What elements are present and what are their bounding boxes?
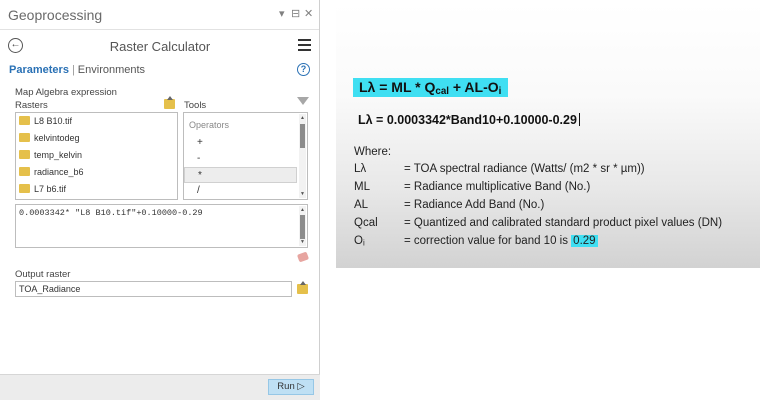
run-button[interactable]: Run ▷ (268, 379, 314, 395)
raster-item[interactable]: kelvintodeg (16, 130, 177, 147)
where-label: Where: (354, 146, 392, 158)
operators-header: Operators (189, 120, 230, 130)
formula-substituted: Lλ = 0.0003342*Band10+0.10000-0.29 (358, 113, 580, 127)
raster-item[interactable]: temp_kelvin (16, 147, 177, 164)
raster-icon (19, 116, 30, 125)
eraser-icon[interactable] (296, 251, 310, 263)
tools-list[interactable]: Operators + - * / ▲ ▼ (183, 112, 308, 200)
menu-icon[interactable] (298, 39, 311, 54)
raster-item[interactable]: L7 b6.tif (16, 181, 177, 198)
pane-footer: Run ▷ (0, 374, 320, 400)
browse-folder-icon[interactable] (297, 281, 308, 294)
output-raster-input[interactable]: TOA_Radiance (15, 281, 292, 297)
expression-text: 0.0003342* "L8 B10.tif"+0.10000-0.29 (19, 208, 203, 218)
scroll-down-icon[interactable]: ▼ (299, 239, 306, 245)
operator-item[interactable]: - (184, 151, 297, 167)
add-raster-icon[interactable] (164, 96, 175, 109)
expression-scrollbar[interactable]: ▲ ▼ (299, 206, 306, 246)
run-icon: ▷ (297, 381, 305, 392)
raster-item[interactable]: L8 B10.tif (16, 113, 177, 130)
tool-header: Raster Calculator ← (0, 36, 320, 58)
raster-icon (19, 150, 30, 159)
help-icon[interactable]: ? (297, 63, 310, 76)
geoprocessing-pane: Geoprocessing ▾ ⊟ ✕ Raster Calculator ← … (0, 0, 320, 400)
tool-title: Raster Calculator (109, 39, 211, 54)
back-button[interactable]: ← (8, 38, 23, 53)
tab-bar: Parameters | Environments (9, 64, 145, 76)
operator-item[interactable]: / (184, 183, 297, 199)
scroll-down-icon[interactable]: ▼ (299, 191, 306, 197)
raster-icon (19, 184, 30, 193)
operator-item[interactable]: + (184, 135, 297, 151)
text-cursor (578, 113, 580, 126)
scrollbar-thumb[interactable] (300, 124, 305, 148)
tab-environments[interactable]: Environments (78, 64, 145, 76)
tools-scrollbar[interactable]: ▲ ▼ (299, 114, 306, 198)
filter-icon[interactable] (297, 97, 309, 105)
expression-input[interactable]: 0.0003342* "L8 B10.tif"+0.10000-0.29 ▲ ▼ (15, 204, 308, 248)
tab-parameters[interactable]: Parameters (9, 64, 69, 76)
pin-icon[interactable]: ⊟ (291, 7, 300, 20)
scrollbar-thumb[interactable] (300, 215, 305, 239)
tab-separator: | (71, 64, 75, 76)
output-raster-label: Output raster (15, 269, 71, 280)
raster-item[interactable]: radiance_b6 (16, 164, 177, 181)
map-algebra-label: Map Algebra expression (15, 87, 117, 98)
rasters-list[interactable]: L8 B10.tif kelvintodeg temp_kelvin radia… (15, 112, 178, 200)
correction-value: 0.29 (571, 235, 598, 247)
tools-label: Tools (184, 100, 207, 111)
raster-icon (19, 167, 30, 176)
scroll-up-icon[interactable]: ▲ (299, 207, 306, 213)
operator-item-selected[interactable]: * (184, 167, 297, 183)
pane-header: Geoprocessing ▾ ⊟ ✕ (0, 0, 319, 30)
formula-title: Lλ = ML * Qcal + AL-Oi (353, 78, 509, 97)
dropdown-icon[interactable]: ▾ (279, 7, 285, 20)
raster-icon (19, 133, 30, 142)
scroll-up-icon[interactable]: ▲ (299, 115, 306, 121)
pane-title: Geoprocessing (8, 7, 103, 23)
rasters-label: Rasters (15, 100, 48, 111)
close-icon[interactable]: ✕ (304, 7, 313, 20)
formula-panel: Lλ = ML * Qcal + AL-Oi Lλ = 0.0003342*Ba… (336, 3, 760, 268)
